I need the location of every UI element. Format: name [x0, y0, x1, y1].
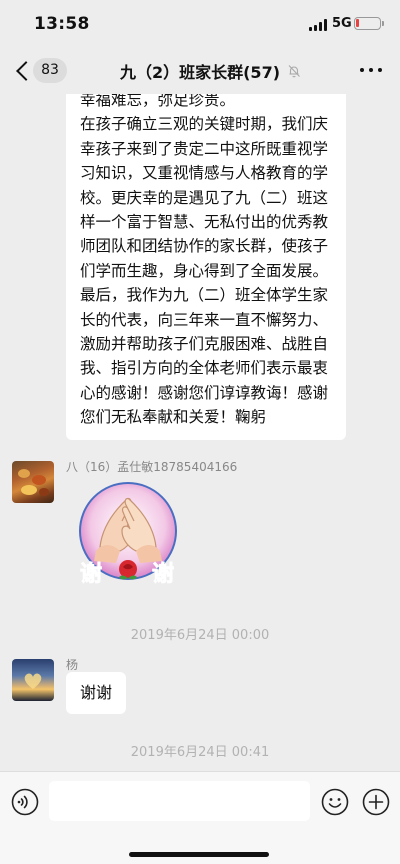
chat-area[interactable]: 幸福难忘，弥足珍贵。 在孩子确立三观的关键时期，我们庆幸孩子来到了贵定二中这所既…	[0, 94, 400, 771]
battery-level	[356, 19, 359, 27]
status-time: 13:58	[34, 14, 90, 34]
smile-icon[interactable]	[321, 788, 349, 816]
nav-bar: 83 九（2）班家长群(57)	[0, 48, 400, 94]
message-bubble-short[interactable]: 谢谢	[66, 672, 127, 714]
network-label: 5G	[332, 16, 352, 31]
sender-name-1: 八（16）孟仕敏18785404166	[66, 460, 238, 474]
message-long-text: 幸福难忘，弥足珍贵。 在孩子确立三观的关键时期，我们庆幸孩子来到了贵定二中这所既…	[80, 94, 329, 427]
plus-circle-icon[interactable]	[362, 788, 390, 816]
input-bar	[0, 771, 400, 864]
back-icon[interactable]	[12, 58, 34, 84]
more-icon[interactable]	[360, 68, 384, 74]
timestamp-2: 2019年6月24日 00:41	[130, 745, 270, 760]
status-bar: 13:58 5G	[0, 0, 400, 48]
message-input[interactable]	[49, 781, 310, 821]
thank-you-sticker[interactable]: 谢 谢	[72, 479, 184, 591]
battery-icon	[354, 17, 384, 30]
sticker-text-right: 谢	[152, 561, 174, 587]
avatar-sender-1[interactable]	[12, 461, 54, 503]
heart-hands-icon	[24, 673, 42, 689]
timestamp-1: 2019年6月24日 00:00	[130, 628, 270, 643]
signal-icon	[309, 19, 327, 31]
message-bubble-long[interactable]: 幸福难忘，弥足珍贵。 在孩子确立三观的关键时期，我们庆幸孩子来到了贵定二中这所既…	[66, 94, 346, 440]
avatar-sender-2[interactable]	[12, 659, 54, 701]
sticker-text-left: 谢	[80, 561, 102, 587]
unread-count-badge[interactable]: 83	[33, 58, 67, 83]
bell-off-icon	[288, 65, 300, 78]
sender-name-2: 杨	[66, 658, 79, 672]
home-indicator	[129, 852, 269, 857]
voice-icon[interactable]	[11, 788, 39, 816]
